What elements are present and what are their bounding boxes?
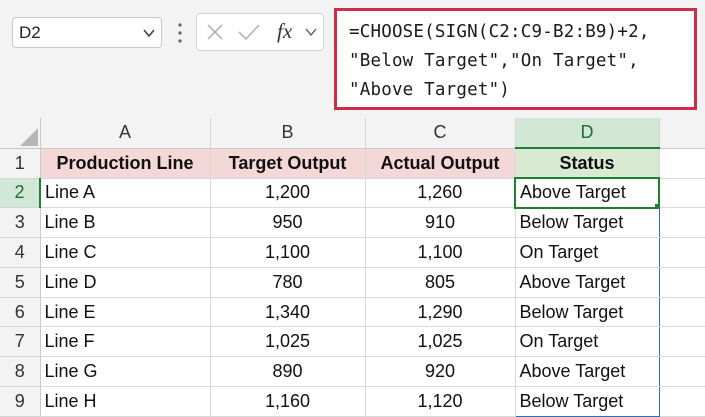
name-box-value: D2 [19, 23, 41, 42]
cell-target-output[interactable]: 780 [210, 267, 366, 298]
row-header[interactable]: 6 [0, 297, 41, 328]
cell-status[interactable]: Above Target [514, 356, 660, 388]
column-header-a[interactable]: A [40, 118, 211, 149]
cell-actual-output[interactable]: 1,025 [365, 326, 516, 358]
empty-cell[interactable] [659, 326, 705, 358]
cell-target-output[interactable]: 1,025 [210, 326, 366, 358]
empty-cell[interactable] [659, 178, 705, 209]
cell-target-output[interactable]: 1,340 [210, 297, 366, 328]
column-header-d[interactable]: D [515, 118, 660, 150]
cell-production-line[interactable]: Line F [40, 326, 211, 358]
cell-actual-output[interactable]: 1,100 [365, 237, 516, 268]
cell-production-line[interactable]: Line A [40, 178, 211, 209]
row-header[interactable]: 2 [0, 178, 41, 209]
cell-production-line[interactable]: Line D [40, 267, 211, 298]
column-header-e[interactable] [659, 118, 705, 149]
column-header-b[interactable]: B [210, 118, 366, 149]
row-header[interactable]: 8 [0, 356, 41, 388]
header-cell-status[interactable]: Status [515, 148, 660, 179]
formula-line: "Below Target","On Target", [349, 51, 639, 71]
cell-actual-output[interactable]: 1,120 [365, 386, 516, 417]
column-header-c[interactable]: C [365, 118, 516, 149]
cell-status[interactable]: On Target [514, 326, 660, 358]
formula-controls: fx [196, 13, 324, 51]
worksheet-grid: A B C D 1 Production Line Target Output … [0, 118, 705, 417]
fill-handle[interactable] [654, 202, 657, 206]
cell-target-output[interactable]: 1,100 [210, 237, 366, 268]
formula-text: =CHOOSE(SIGN(C2:C9-B2:B9)+2, "Below Targ… [349, 18, 650, 105]
empty-cell[interactable] [659, 267, 705, 298]
cancel-icon[interactable] [205, 22, 225, 42]
row-header[interactable]: 9 [0, 386, 41, 417]
chevron-down-icon[interactable] [142, 26, 156, 40]
row-header[interactable]: 7 [0, 326, 41, 358]
formula-input[interactable]: =CHOOSE(SIGN(C2:C9-B2:B9)+2, "Below Targ… [334, 8, 697, 110]
cell-actual-output[interactable]: 1,290 [365, 297, 516, 328]
cell-target-output[interactable]: 890 [210, 356, 366, 388]
formula-bar-area: D2 fx =CHOOSE(SIGN(C2:C9-B2:B9)+2, "Belo… [0, 0, 705, 118]
empty-cell[interactable] [659, 356, 705, 388]
name-box[interactable]: D2 [12, 17, 162, 48]
formula-line: "Above Target") [349, 80, 511, 100]
select-all-icon [19, 127, 38, 146]
cell-actual-output[interactable]: 805 [365, 267, 516, 298]
cell-status-active[interactable]: Above Target [514, 177, 660, 209]
empty-cell[interactable] [659, 297, 705, 328]
cell-status[interactable]: Below Target [514, 297, 660, 328]
header-cell-production-line[interactable]: Production Line [40, 148, 211, 179]
cell-target-output[interactable]: 1,160 [210, 386, 366, 417]
select-all-corner[interactable] [0, 118, 41, 149]
empty-cell[interactable] [659, 237, 705, 268]
enter-check-icon[interactable] [237, 22, 261, 42]
insert-function-icon[interactable]: fx [277, 19, 292, 44]
spreadsheet-window: D2 fx =CHOOSE(SIGN(C2:C9-B2:B9)+2, "Belo… [0, 0, 705, 417]
cell-actual-output[interactable]: 920 [365, 356, 516, 388]
cell-status[interactable]: On Target [514, 237, 660, 268]
empty-cell[interactable] [659, 207, 705, 239]
cell-production-line[interactable]: Line E [40, 297, 211, 328]
more-options-icon[interactable] [178, 22, 182, 44]
formula-line: =CHOOSE(SIGN(C2:C9-B2:B9)+2, [349, 22, 650, 42]
empty-cell[interactable] [659, 148, 705, 179]
empty-cell[interactable] [659, 386, 705, 417]
cell-status[interactable]: Above Target [514, 267, 660, 298]
row-header[interactable]: 4 [0, 237, 41, 268]
header-cell-actual-output[interactable]: Actual Output [365, 148, 516, 179]
chevron-down-icon[interactable] [305, 26, 317, 38]
cell-status[interactable]: Below Target [514, 207, 660, 239]
cell-target-output[interactable]: 1,200 [210, 178, 366, 209]
cell-production-line[interactable]: Line H [40, 386, 211, 417]
cell-production-line[interactable]: Line B [40, 207, 211, 239]
row-header[interactable]: 1 [0, 148, 41, 179]
cell-production-line[interactable]: Line C [40, 237, 211, 268]
cell-actual-output[interactable]: 910 [365, 207, 516, 239]
cell-actual-output[interactable]: 1,260 [365, 178, 516, 209]
row-header[interactable]: 5 [0, 267, 41, 298]
cell-status[interactable]: Below Target [514, 386, 660, 417]
header-cell-target-output[interactable]: Target Output [210, 148, 366, 179]
cell-status-text: Above Target [520, 182, 626, 203]
cell-target-output[interactable]: 950 [210, 207, 366, 239]
row-header[interactable]: 3 [0, 207, 41, 239]
cell-production-line[interactable]: Line G [40, 356, 211, 388]
